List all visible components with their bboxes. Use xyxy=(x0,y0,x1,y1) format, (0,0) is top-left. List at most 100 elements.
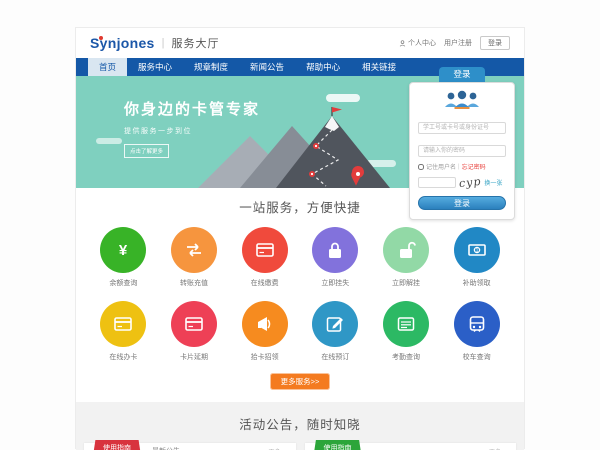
banknote-icon-circle[interactable]: 1 xyxy=(454,227,500,273)
remember-checkbox[interactable] xyxy=(418,164,424,170)
edit-icon-circle[interactable] xyxy=(312,301,358,347)
password-input[interactable] xyxy=(418,145,506,157)
register-link[interactable]: 用户注册 xyxy=(444,38,472,48)
tab-usage-guide-left[interactable]: 使用指南 xyxy=(93,440,141,450)
captcha-refresh-link[interactable]: 换一张 xyxy=(484,178,502,187)
service-item-7[interactable]: 卡片延期 xyxy=(159,301,230,362)
service-item-2[interactable]: 在线缴费 xyxy=(229,227,300,288)
nav-item-0[interactable]: 首页 xyxy=(88,58,127,76)
service-label: 在线办卡 xyxy=(88,352,159,362)
person-icon xyxy=(399,40,406,47)
nav-item-4[interactable]: 帮助中心 xyxy=(295,58,351,76)
banknote-icon: 1 xyxy=(467,240,487,260)
login-header-button[interactable]: 登录 xyxy=(480,36,510,50)
unlock-icon xyxy=(396,240,416,260)
header-links: 个人中心 用户注册 登录 xyxy=(399,36,510,50)
username-input[interactable] xyxy=(418,122,506,134)
remember-separator: | xyxy=(458,164,460,170)
service-label: 考勤查询 xyxy=(371,352,442,362)
card-icon-circle[interactable] xyxy=(171,301,217,347)
lock-icon-circle[interactable] xyxy=(312,227,358,273)
hero-title: 你身边的卡管专家 xyxy=(124,98,260,119)
service-label: 转账充值 xyxy=(159,278,230,288)
logo-divider: | xyxy=(162,37,165,49)
more-services-button[interactable]: 更多服务>> xyxy=(270,373,331,390)
cloud-shape xyxy=(96,138,122,144)
card-icon-circle[interactable] xyxy=(242,227,288,273)
service-item-1[interactable]: 转账充值 xyxy=(159,227,230,288)
page-container: Synjones | 服务大厅 个人中心 用户注册 登录 首页服务中心规章制度新… xyxy=(75,27,525,449)
nav-item-1[interactable]: 服务中心 xyxy=(127,58,183,76)
remember-row: 记住用户名 | 忘记密码 xyxy=(418,162,506,171)
nav-item-3[interactable]: 新闻公告 xyxy=(239,58,295,76)
login-tab[interactable]: 登录 xyxy=(439,67,485,82)
service-label: 在线缴费 xyxy=(229,278,300,288)
card-icon xyxy=(113,314,133,334)
service-label: 补助领取 xyxy=(441,278,512,288)
captcha-image[interactable]: cyp xyxy=(458,175,482,190)
login-submit-button[interactable]: 登录 xyxy=(418,196,506,210)
announcement-panel-right: 使用指南 更多>> xyxy=(305,443,517,450)
service-item-5[interactable]: 1 补助领取 xyxy=(441,227,512,288)
service-label: 立即解挂 xyxy=(371,278,442,288)
announcement-panel-left: 使用指南 最新公告 更多>> xyxy=(84,443,296,450)
forgot-password-link[interactable]: 忘记密码 xyxy=(462,162,486,171)
service-item-0[interactable]: ¥ 余额查询 xyxy=(88,227,159,288)
yen-icon: ¥ xyxy=(113,240,133,260)
service-item-10[interactable]: 考勤查询 xyxy=(371,301,442,362)
service-label: 拾卡招领 xyxy=(229,352,300,362)
card-icon xyxy=(255,240,275,260)
transfer-icon-circle[interactable] xyxy=(171,227,217,273)
captcha-input[interactable] xyxy=(418,177,456,188)
announcements-title: 活动公告，随时知晓 xyxy=(76,414,524,433)
tab-latest-announcements[interactable]: 最新公告 xyxy=(152,446,180,450)
yen-icon-circle[interactable]: ¥ xyxy=(100,227,146,273)
megaphone-icon-circle[interactable] xyxy=(242,301,288,347)
captcha-row: cyp 换一张 xyxy=(418,176,506,189)
hero-subtitle: 提供服务一步到位 xyxy=(124,126,260,136)
unlock-icon-circle[interactable] xyxy=(383,227,429,273)
login-card: 记住用户名 | 忘记密码 cyp 换一张 登录 xyxy=(409,82,515,220)
edit-icon xyxy=(325,314,345,334)
service-label: 立即挂失 xyxy=(300,278,371,288)
hero-cta-button[interactable]: 点击了解更多 xyxy=(124,144,169,158)
logo-area: Synjones | 服务大厅 xyxy=(90,35,220,51)
service-item-9[interactable]: 在线预订 xyxy=(300,301,371,362)
lock-icon xyxy=(325,240,345,260)
user-center-link[interactable]: 个人中心 xyxy=(399,38,436,48)
header: Synjones | 服务大厅 个人中心 用户注册 登录 xyxy=(76,28,524,58)
login-panel: 登录 记住用户名 | 忘记密码 cyp 换一张 登录 xyxy=(409,67,515,220)
nav-item-5[interactable]: 相关链接 xyxy=(351,58,407,76)
svg-text:¥: ¥ xyxy=(119,242,128,259)
tab-usage-guide-right[interactable]: 使用指南 xyxy=(314,440,362,450)
service-label: 卡片延期 xyxy=(159,352,230,362)
service-item-8[interactable]: 拾卡招领 xyxy=(229,301,300,362)
bus-icon xyxy=(467,314,487,334)
service-label: 校车查询 xyxy=(441,352,512,362)
attendance-icon-circle[interactable] xyxy=(383,301,429,347)
service-item-3[interactable]: 立即挂失 xyxy=(300,227,371,288)
cloud-shape xyxy=(326,94,360,102)
announcements-section: 活动公告，随时知晓 使用指南 最新公告 更多>> 使用指南 更多>> xyxy=(76,402,524,450)
card-icon-circle[interactable] xyxy=(100,301,146,347)
hero-text: 你身边的卡管专家 提供服务一步到位 点击了解更多 xyxy=(124,98,260,158)
services-grid: ¥ 余额查询转账充值在线缴费立即挂失立即解挂 1 补助领取在线办卡卡片延期拾卡招领在线… xyxy=(88,227,512,362)
service-label: 在线预订 xyxy=(300,352,371,362)
service-item-6[interactable]: 在线办卡 xyxy=(88,301,159,362)
remember-label: 记住用户名 xyxy=(426,162,456,171)
site-title: 服务大厅 xyxy=(172,35,220,51)
nav-item-2[interactable]: 规章制度 xyxy=(183,58,239,76)
megaphone-icon xyxy=(255,314,275,334)
logo[interactable]: Synjones xyxy=(90,35,155,51)
announcement-panels: 使用指南 最新公告 更多>> 使用指南 更多>> xyxy=(84,443,516,450)
card-icon xyxy=(184,314,204,334)
svg-text:1: 1 xyxy=(475,248,478,254)
service-label: 余额查询 xyxy=(88,278,159,288)
users-icon xyxy=(441,89,483,111)
logo-red-dot xyxy=(99,36,103,40)
attendance-icon xyxy=(396,314,416,334)
transfer-icon xyxy=(184,240,204,260)
service-item-11[interactable]: 校车查询 xyxy=(441,301,512,362)
service-item-4[interactable]: 立即解挂 xyxy=(371,227,442,288)
bus-icon-circle[interactable] xyxy=(454,301,500,347)
